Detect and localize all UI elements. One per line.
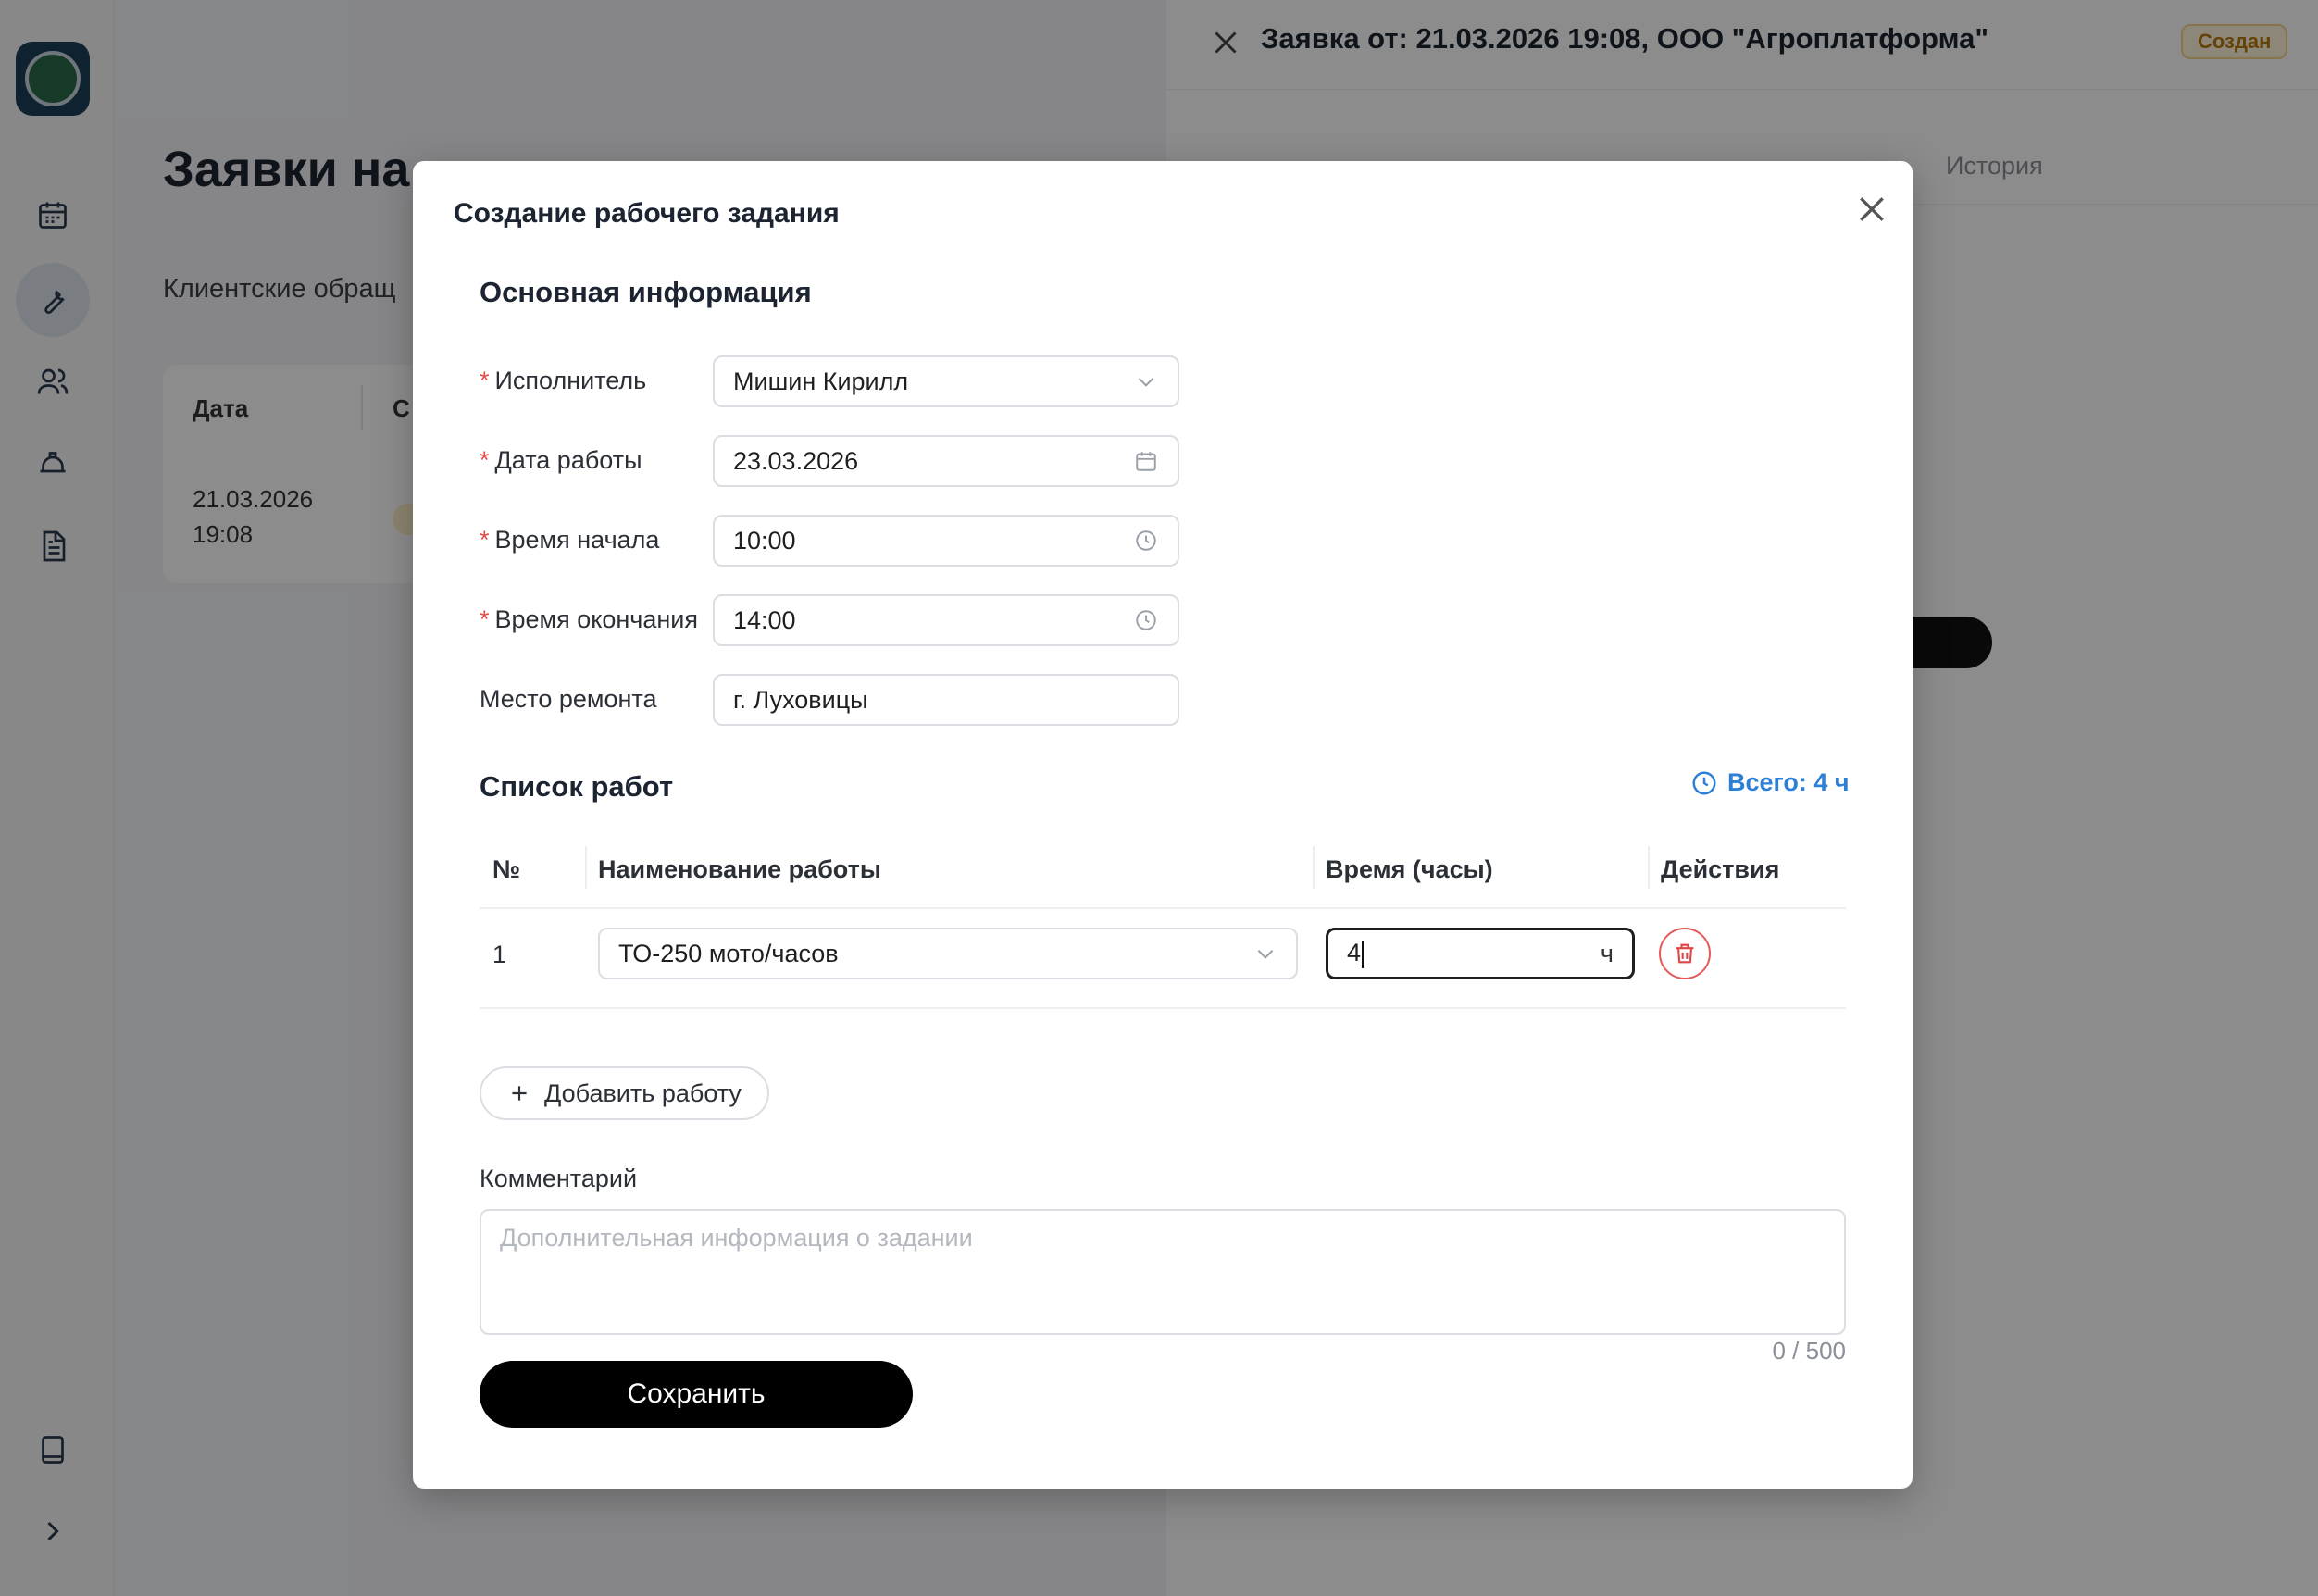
clock-icon xyxy=(1133,607,1159,633)
hours-value: 4 xyxy=(1347,939,1362,967)
start-time-label: * Время начала xyxy=(480,526,660,554)
column-divider xyxy=(585,846,587,889)
trash-icon xyxy=(1676,943,1694,964)
character-counter: 0 / 500 xyxy=(1772,1337,1846,1365)
work-date-label: * Дата работы xyxy=(480,446,642,474)
location-value: г. Луховицы xyxy=(733,685,868,714)
executor-label: * Исполнитель xyxy=(480,367,647,394)
work-date-picker[interactable]: 23.03.2026 xyxy=(713,435,1179,487)
end-time-value: 14:00 xyxy=(733,605,796,634)
save-button[interactable]: Сохранить xyxy=(480,1361,913,1428)
column-divider xyxy=(1648,846,1650,889)
start-time-picker[interactable]: 10:00 xyxy=(713,515,1179,567)
start-time-value: 10:00 xyxy=(733,526,796,555)
column-header-work-name: Наименование работы xyxy=(598,855,881,883)
clock-icon xyxy=(1692,771,1716,794)
chevron-down-icon xyxy=(1253,941,1277,966)
column-header-actions: Действия xyxy=(1661,855,1780,883)
add-work-button[interactable]: Добавить работу xyxy=(480,1066,769,1120)
modal-title: Создание рабочего задания xyxy=(454,198,840,229)
work-name-value: ТО-250 мото/часов xyxy=(618,939,839,967)
add-work-label: Добавить работу xyxy=(544,1079,742,1107)
comment-label: Комментарий xyxy=(480,1165,638,1192)
work-name-select[interactable]: ТО-250 мото/часов xyxy=(598,928,1298,979)
header-separator xyxy=(480,907,1846,909)
location-input[interactable]: г. Луховицы xyxy=(713,674,1179,726)
basic-info-heading: Основная информация xyxy=(480,276,812,308)
hours-input[interactable]: 4 ч xyxy=(1326,928,1635,979)
row-number: 1 xyxy=(492,941,507,968)
delete-work-button[interactable] xyxy=(1659,928,1711,979)
comment-textarea[interactable]: Дополнительная информация о задании xyxy=(480,1209,1846,1335)
work-date-value: 23.03.2026 xyxy=(733,446,859,475)
row-separator xyxy=(480,1007,1846,1009)
works-list-heading: Список работ xyxy=(480,770,674,803)
works-table: № Наименование работы Время (часы) Дейст… xyxy=(480,831,1846,1029)
calendar-icon xyxy=(1133,448,1159,474)
total-hours: Всего: 4 ч xyxy=(1690,768,1850,797)
location-label: Место ремонта xyxy=(480,685,657,713)
hours-unit: ч xyxy=(1600,939,1614,967)
end-time-label: * Время окончания xyxy=(480,605,698,633)
close-icon[interactable] xyxy=(1853,191,1890,228)
create-work-task-modal: Создание рабочего задания Основная инфор… xyxy=(413,161,1913,1489)
clock-icon xyxy=(1133,528,1159,554)
text-caret xyxy=(1362,940,1365,968)
comment-placeholder: Дополнительная информация о задании xyxy=(500,1224,973,1252)
column-header-hours: Время (часы) xyxy=(1326,855,1493,883)
total-hours-text: Всего: 4 ч xyxy=(1727,768,1850,796)
end-time-picker[interactable]: 14:00 xyxy=(713,594,1179,646)
plus-icon xyxy=(512,1086,527,1101)
chevron-down-icon xyxy=(1133,368,1159,394)
column-divider xyxy=(1313,846,1315,889)
column-header-number: № xyxy=(492,855,521,883)
executor-value: Мишин Кирилл xyxy=(733,367,909,395)
executor-select[interactable]: Мишин Кирилл xyxy=(713,355,1179,407)
